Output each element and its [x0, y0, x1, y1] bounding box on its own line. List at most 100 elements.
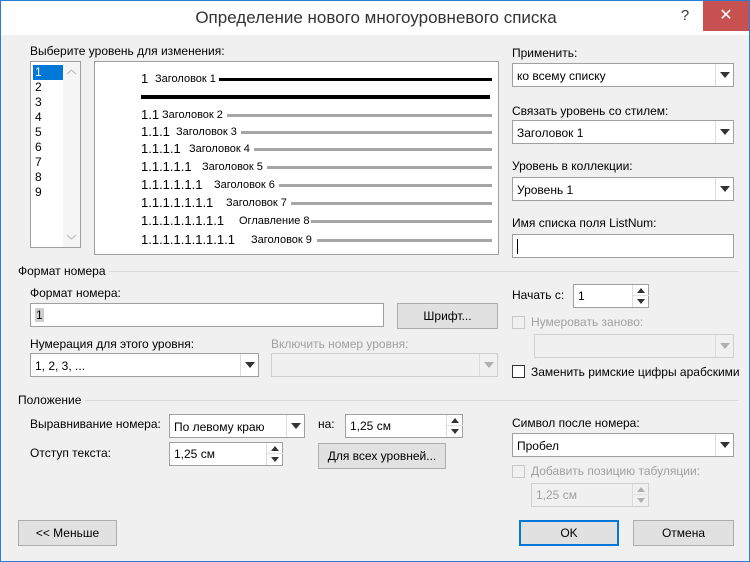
level-item[interactable]: 9 — [33, 185, 64, 200]
spin-up-icon[interactable] — [447, 415, 463, 426]
preview-row: 1.1.1 Заголовок 3 — [95, 124, 500, 140]
chevron-up-icon[interactable] — [63, 65, 80, 79]
level-item[interactable]: 6 — [33, 140, 64, 155]
preview-style: Заголовок 1 — [155, 73, 216, 85]
include-level-dropdown[interactable] — [271, 353, 498, 377]
legal-style-label: Заменить римские цифры арабскими — [531, 365, 740, 379]
start-at-label: Начать с: — [512, 288, 565, 302]
chevron-down-icon[interactable] — [715, 434, 733, 456]
tab-stop-spinner[interactable]: 1,25 см — [531, 483, 649, 507]
follow-number-value: Пробел — [517, 439, 559, 453]
chevron-down-icon[interactable] — [286, 415, 304, 437]
spinner-buttons[interactable] — [632, 484, 649, 506]
gallery-level-label: Уровень в коллекции: — [512, 159, 633, 173]
chevron-down-icon[interactable] — [479, 354, 497, 376]
spin-down-icon[interactable] — [267, 454, 283, 465]
section-divider — [109, 271, 739, 272]
preview-text-line — [141, 95, 490, 99]
spin-up-icon[interactable] — [267, 443, 283, 454]
preview-row: 1.1.1.1 Заголовок 4 — [95, 141, 500, 157]
close-button[interactable]: ✕ — [703, 1, 749, 31]
chevron-down-icon[interactable] — [715, 178, 733, 200]
preview-style: Заголовок 4 — [189, 143, 250, 155]
chevron-down-icon[interactable] — [240, 354, 258, 376]
numbering-style-label: Нумерация для этого уровня: — [30, 337, 195, 351]
less-button[interactable]: << Меньше — [18, 520, 117, 546]
tab-stop-label: Добавить позицию табуляции: — [531, 464, 701, 478]
alignment-label: Выравнивание номера: — [30, 417, 161, 431]
title-bar: Определение нового многоуровневого списк… — [1, 1, 749, 35]
spin-down-icon[interactable] — [447, 426, 463, 437]
preview-style: Заголовок 7 — [226, 197, 287, 209]
spin-up-icon[interactable] — [633, 285, 649, 296]
apply-label: Применить: — [512, 46, 578, 60]
preview-text-line — [254, 148, 492, 151]
spinner-buttons[interactable] — [632, 285, 649, 307]
text-indent-label: Отступ текста: — [30, 446, 111, 460]
aligned-at-spinner[interactable]: 1,25 см — [345, 414, 463, 438]
preview-text-line — [279, 184, 492, 187]
chevron-down-icon[interactable] — [715, 64, 733, 86]
aligned-at-value: 1,25 см — [350, 419, 391, 433]
dialog-window: Определение нового многоуровневого списк… — [0, 0, 750, 562]
spinner-buttons[interactable] — [446, 415, 463, 437]
apply-value: ко всему списку — [517, 69, 606, 83]
level-listbox[interactable]: 1 2 3 4 5 6 7 8 9 — [30, 61, 81, 248]
help-button[interactable]: ? — [669, 1, 701, 31]
text-indent-spinner[interactable]: 1,25 см — [169, 442, 283, 466]
level-item[interactable]: 8 — [33, 170, 64, 185]
number-format-input[interactable]: 1 — [30, 303, 384, 327]
cancel-button[interactable]: Отмена — [633, 520, 734, 546]
number-format-section: Формат номера — [18, 264, 106, 278]
restart-dropdown[interactable] — [534, 334, 734, 358]
link-style-value: Заголовок 1 — [517, 126, 584, 140]
level-item[interactable]: 1 — [33, 65, 64, 80]
preview-number: 1.1.1.1.1.1.1 — [141, 195, 214, 210]
level-item[interactable]: 2 — [33, 80, 64, 95]
link-style-dropdown[interactable]: Заголовок 1 — [512, 120, 734, 144]
spin-up-icon[interactable] — [633, 484, 649, 495]
preview-number: 1.1.1.1 — [141, 141, 181, 156]
listbox-scrollbar[interactable] — [63, 62, 80, 247]
listnum-label: Имя списка поля ListNum: — [512, 216, 657, 230]
preview-row: 1.1.1.1.1.1.1.1 Оглавление 8 — [95, 213, 500, 229]
chevron-down-icon[interactable] — [715, 335, 733, 357]
level-item[interactable]: 4 — [33, 110, 64, 125]
preview-style: Оглавление 8 — [239, 215, 310, 227]
restart-checkbox[interactable] — [512, 316, 525, 329]
aligned-at-label: на: — [318, 417, 335, 431]
spinner-buttons[interactable] — [266, 443, 283, 465]
preview-row: 1.1 Заголовок 2 — [95, 107, 500, 123]
ok-button[interactable]: OK — [519, 520, 619, 546]
position-section: Положение — [18, 393, 82, 407]
link-style-label: Связать уровень со стилем: — [512, 104, 669, 118]
alignment-dropdown[interactable]: По левому краю — [169, 414, 305, 438]
preview-style: Заголовок 5 — [202, 161, 263, 173]
tab-stop-value: 1,25 см — [536, 488, 577, 502]
numbering-style-dropdown[interactable]: 1, 2, 3, ... — [30, 353, 259, 377]
start-at-spinner[interactable]: 1 — [573, 284, 649, 308]
preview-row: 1.1.1.1.1.1.1 Заголовок 7 — [95, 195, 500, 211]
level-item[interactable]: 3 — [33, 95, 64, 110]
format-value: 1 — [35, 308, 44, 322]
level-select-label: Выберите уровень для изменения: — [30, 44, 225, 58]
preview-text-line — [219, 78, 492, 81]
spin-down-icon[interactable] — [633, 495, 649, 506]
preview-number: 1 — [141, 71, 149, 86]
restart-label: Нумеровать заново: — [531, 315, 644, 329]
gallery-level-dropdown[interactable]: Уровень 1 — [512, 177, 734, 201]
level-item[interactable]: 5 — [33, 125, 64, 140]
apply-dropdown[interactable]: ко всему списку — [512, 63, 734, 87]
set-all-levels-button[interactable]: Для всех уровней... — [318, 443, 446, 469]
font-button[interactable]: Шрифт... — [397, 303, 498, 329]
spin-down-icon[interactable] — [633, 296, 649, 307]
chevron-down-icon[interactable] — [715, 121, 733, 143]
preview-style: Заголовок 2 — [162, 109, 223, 121]
tab-stop-checkbox[interactable] — [512, 465, 525, 478]
listnum-input[interactable] — [512, 234, 734, 258]
follow-number-dropdown[interactable]: Пробел — [512, 433, 734, 457]
legal-style-checkbox[interactable] — [512, 365, 525, 378]
level-item[interactable]: 7 — [33, 155, 64, 170]
preview-style: Заголовок 9 — [251, 234, 312, 246]
chevron-down-icon[interactable] — [63, 230, 80, 244]
